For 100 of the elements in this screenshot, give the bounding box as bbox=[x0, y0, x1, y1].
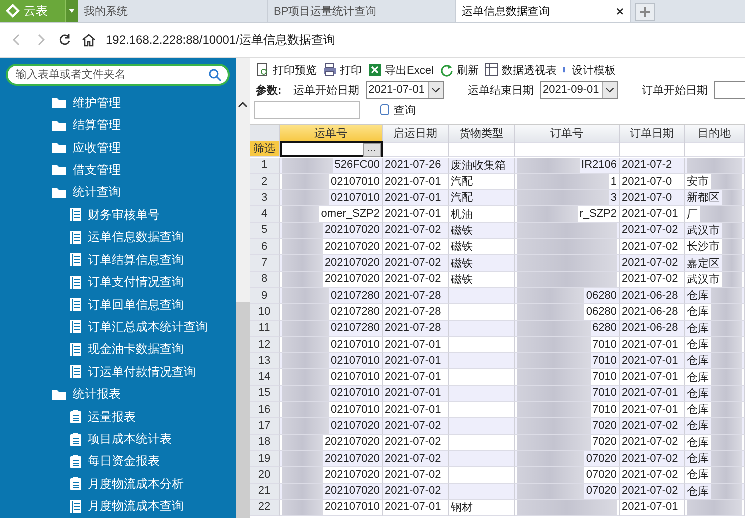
query-button[interactable]: 查询 bbox=[380, 102, 416, 118]
redacted-block bbox=[282, 288, 330, 304]
table-cell: 7010 bbox=[515, 386, 620, 402]
row-number: 8 bbox=[250, 272, 280, 288]
tree-item[interactable]: 结算管理 bbox=[73, 117, 121, 134]
tree-item[interactable]: 每日资金报表 bbox=[88, 453, 160, 470]
toolbar-button[interactable]: 打印预览 bbox=[256, 62, 317, 78]
params-label: 参数: bbox=[256, 84, 282, 98]
filter-cell[interactable] bbox=[685, 141, 745, 158]
new-tab-button[interactable] bbox=[635, 3, 655, 21]
redacted-block bbox=[517, 304, 584, 320]
filter-field[interactable]: ··· bbox=[280, 141, 383, 158]
date-field[interactable]: 2021-09-01 bbox=[540, 81, 618, 99]
ellipsis-button[interactable]: ··· bbox=[363, 143, 381, 158]
table-cell: 安市 bbox=[685, 174, 745, 190]
redacted-block bbox=[517, 467, 584, 483]
date-field[interactable] bbox=[714, 81, 745, 99]
table-cell: 7010 bbox=[515, 353, 620, 370]
tree-item[interactable]: 订单支付情况查询 bbox=[88, 274, 184, 292]
tree-item[interactable]: 财务审核单号 bbox=[88, 206, 160, 224]
list-icon bbox=[70, 208, 82, 222]
tree-item[interactable]: 现金油卡数据查询 bbox=[88, 341, 184, 358]
toolbar-button[interactable]: 设计模板 bbox=[562, 62, 616, 78]
date-field[interactable]: 2021-07-01 bbox=[366, 81, 444, 99]
filter-cell[interactable] bbox=[383, 141, 449, 158]
folder-icon bbox=[52, 164, 67, 176]
column-header[interactable]: 货物类型 bbox=[449, 125, 515, 143]
close-button[interactable]: × bbox=[616, 4, 630, 18]
url-text[interactable]: 192.168.2.228:88/10001/运单信息数据查询 bbox=[106, 32, 336, 48]
tree-item[interactable]: 统计查询 bbox=[73, 184, 121, 202]
redacted-block bbox=[711, 434, 742, 450]
tree-item[interactable]: 维护管理 bbox=[73, 94, 121, 112]
filter-cell[interactable] bbox=[620, 141, 685, 158]
filter-cell[interactable] bbox=[449, 141, 515, 158]
input-field[interactable] bbox=[254, 101, 360, 119]
toolbar-button[interactable]: 导出Excel bbox=[368, 62, 434, 78]
row-number: 10 bbox=[250, 304, 280, 321]
row-number: 17 bbox=[250, 418, 280, 435]
redacted-block bbox=[722, 255, 742, 271]
row-number: 15 bbox=[250, 386, 280, 402]
home-icon[interactable] bbox=[82, 33, 96, 47]
refresh-icon[interactable] bbox=[58, 33, 72, 47]
tab[interactable]: 运单信息数据查询 × bbox=[456, 0, 631, 22]
redacted-block bbox=[711, 353, 742, 368]
search-field[interactable]: 输入表单或者文件夹名 bbox=[6, 64, 230, 86]
redacted-block bbox=[282, 418, 330, 434]
redacted-block bbox=[282, 272, 323, 287]
toolbar-button[interactable]: 数据透视表 bbox=[484, 62, 557, 78]
app-menu-button[interactable]: 云表 bbox=[0, 0, 78, 22]
folder-icon bbox=[52, 388, 67, 401]
column-header[interactable]: 订单日期 bbox=[620, 125, 685, 143]
table-cell: 仓库 bbox=[685, 288, 745, 304]
table-cell: 仓库 bbox=[685, 418, 745, 435]
column-header[interactable]: 启运日期 bbox=[383, 125, 449, 143]
tree-item[interactable]: 运单信息数据查询 bbox=[88, 229, 184, 246]
table-cell: 仓库 bbox=[685, 304, 745, 321]
redacted-block bbox=[711, 369, 742, 385]
filter-cell[interactable] bbox=[515, 141, 620, 158]
tree-item[interactable]: 订单结算信息查询 bbox=[88, 252, 184, 269]
table-cell: 7010 bbox=[515, 336, 620, 354]
folder-icon bbox=[52, 142, 67, 154]
tree-item[interactable]: 应收管理 bbox=[73, 140, 121, 157]
logo-icon bbox=[6, 4, 20, 18]
folder-icon bbox=[52, 186, 67, 199]
table-cell: 7020 bbox=[515, 434, 620, 451]
table-cell: 钢材 bbox=[449, 500, 515, 516]
list-icon bbox=[70, 276, 82, 290]
table-cell: 07020 bbox=[515, 450, 620, 468]
toolbar-button[interactable]: 刷新 bbox=[440, 62, 479, 78]
row-number: 16 bbox=[250, 402, 280, 418]
column-header[interactable]: 订单号 bbox=[515, 125, 620, 143]
list-icon bbox=[70, 342, 82, 357]
table-cell: 02107280 bbox=[280, 320, 383, 337]
redacted-block bbox=[711, 418, 742, 434]
table-cell: 7010 bbox=[515, 369, 620, 386]
redacted-block bbox=[282, 222, 323, 238]
tree-item[interactable]: 订单汇总成本统计查询 bbox=[88, 318, 208, 336]
chevron-down-icon bbox=[432, 88, 440, 92]
redacted-block bbox=[282, 304, 330, 320]
tree-item[interactable]: 月度物流成本分析 bbox=[88, 476, 184, 493]
toolbar-button[interactable]: 打印 bbox=[323, 62, 362, 78]
redacted-block bbox=[282, 174, 330, 190]
tree-item[interactable]: 统计报表 bbox=[73, 386, 121, 404]
redacted-block bbox=[282, 467, 323, 483]
clipboard-icon bbox=[70, 454, 82, 469]
scrollbar[interactable] bbox=[236, 58, 250, 518]
column-header[interactable]: 目的地 bbox=[685, 125, 745, 143]
field-label: 运单开始日期 bbox=[294, 84, 360, 98]
tree-item[interactable]: 运量报表 bbox=[88, 408, 136, 426]
table-icon bbox=[484, 63, 499, 77]
spreadsheet-icon bbox=[368, 63, 382, 77]
table-cell: omer_SZP2 bbox=[280, 206, 383, 223]
tree-item[interactable]: 订单回单信息查询 bbox=[88, 296, 184, 314]
tree-item[interactable]: 月度物流成本查询 bbox=[88, 498, 184, 516]
redacted-block bbox=[282, 369, 330, 385]
tree-item[interactable]: 项目成本统计表 bbox=[88, 431, 172, 448]
redacted-block bbox=[517, 450, 584, 466]
printer-icon bbox=[323, 63, 337, 77]
tree-item[interactable]: 借支管理 bbox=[73, 162, 121, 179]
tree-item[interactable]: 订运单付款情况查询 bbox=[88, 364, 196, 381]
